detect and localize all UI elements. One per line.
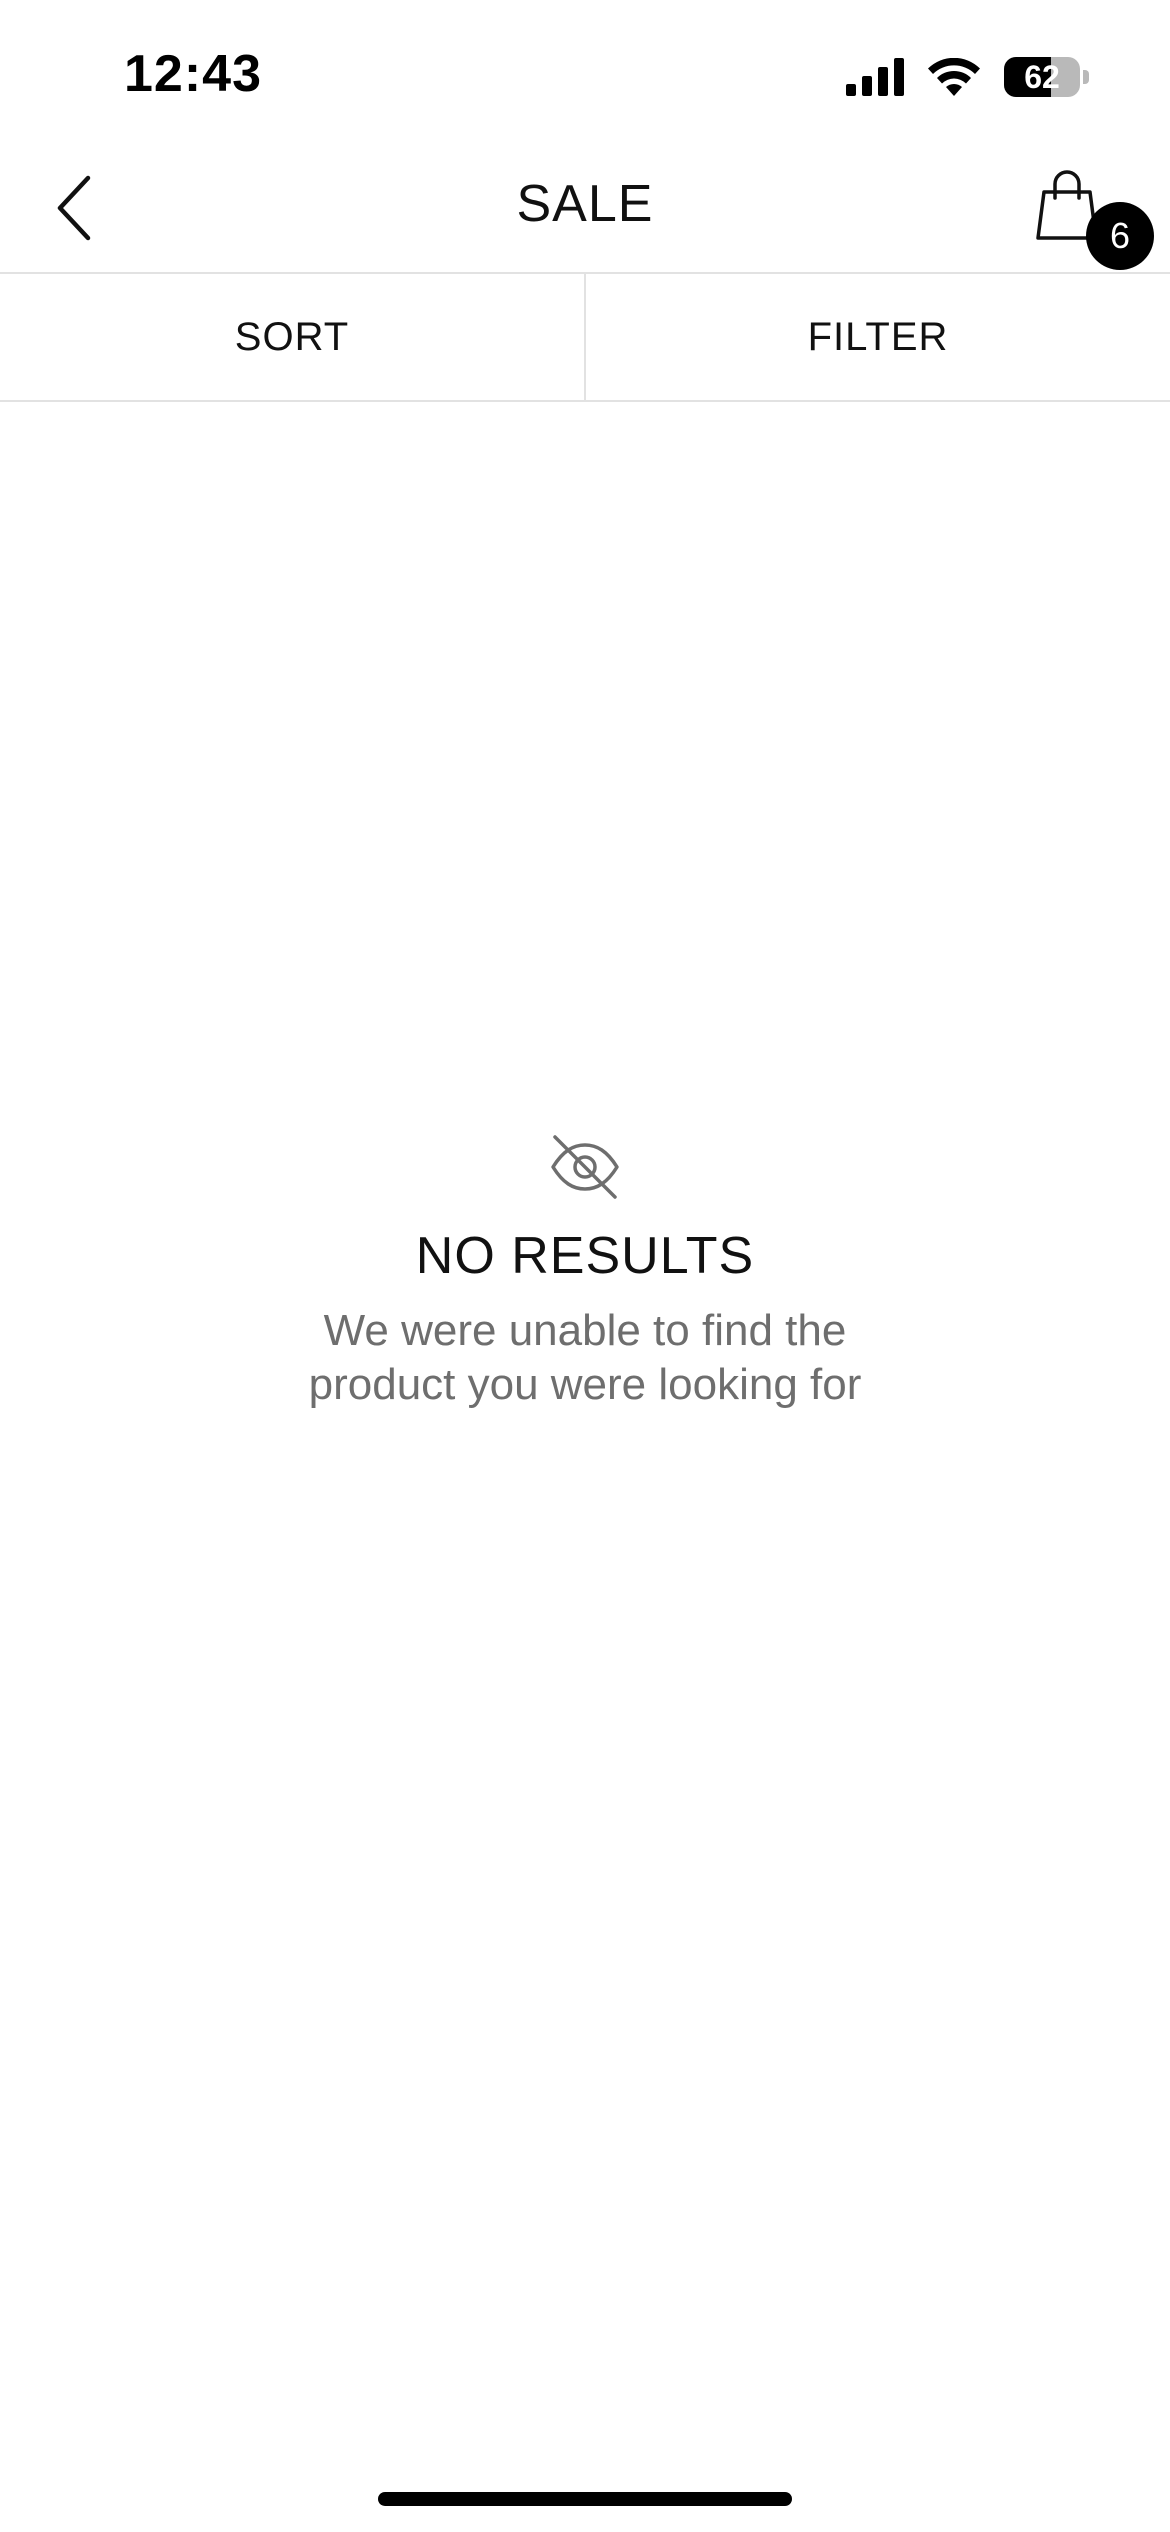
page-title: SALE [516,175,654,233]
sort-button[interactable]: SORT [0,274,584,400]
eye-off-icon [551,1135,619,1199]
status-bar: 12:43 62 [0,0,1170,150]
empty-state-message: We were unable to find the product you w… [265,1304,905,1412]
status-icons: 62 [846,52,1090,102]
empty-state-message-line: We were unable to find the [323,1306,847,1355]
screen: 12:43 62 SALE 6 SORT FILTER NO RESULTS W… [0,0,1170,2532]
battery-level: 62 [1024,58,1060,95]
sort-filter-bar: SORT FILTER [0,274,1170,402]
nav-header: SALE 6 [0,150,1170,274]
empty-state-message-line: product you were looking for [308,1360,862,1409]
battery-icon: 62 [1004,57,1090,97]
cart-button[interactable]: 6 [1028,168,1158,270]
signal-icon [846,58,904,96]
status-time: 12:43 [124,45,262,103]
home-indicator[interactable] [378,2492,792,2506]
wifi-icon [928,58,980,96]
cart-count-badge: 6 [1086,202,1154,270]
filter-button[interactable]: FILTER [586,274,1170,400]
battery-body: 62 [1004,57,1080,97]
empty-state: NO RESULTS We were unable to find the pr… [0,1134,1170,1412]
battery-tip [1083,70,1089,84]
empty-state-title: NO RESULTS [415,1227,755,1285]
